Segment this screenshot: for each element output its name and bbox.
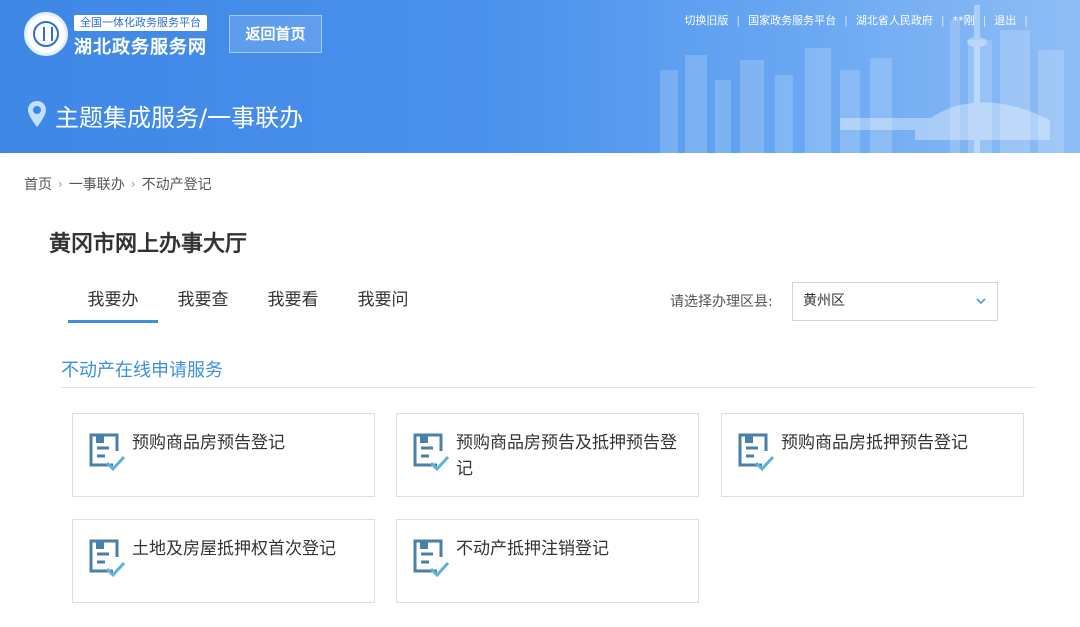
service-card[interactable]: 预购商品房预告登记 xyxy=(72,413,375,497)
top-links: 切换旧版 | 国家政务服务平台 | 湖北省人民政府 | **刚 | 退出 | xyxy=(676,12,1028,28)
service-card-label: 不动产抵押注销登记 xyxy=(456,539,609,559)
chevron-down-icon xyxy=(976,298,986,305)
province-gov-link[interactable]: 湖北省人民政府 xyxy=(848,12,941,28)
form-check-icon xyxy=(89,539,126,578)
tab-ask[interactable]: 我要问 xyxy=(338,283,428,323)
breadcrumb: 首页 › 一事联办 › 不动产登记 xyxy=(24,174,212,194)
site-name[interactable]: 湖北政务服务网 xyxy=(74,33,207,59)
service-card-label: 土地及房屋抵押权首次登记 xyxy=(132,539,336,559)
section-title: 不动产在线申请服务 xyxy=(61,360,223,381)
user-name-link[interactable]: **刚 xyxy=(945,12,983,28)
switch-old-version-link[interactable]: 切换旧版 xyxy=(676,12,736,28)
service-card[interactable]: 不动产抵押注销登记 xyxy=(396,519,699,603)
tab-apply[interactable]: 我要办 xyxy=(68,283,158,323)
tab-view[interactable]: 我要看 xyxy=(248,283,338,323)
page-title: 主题集成服务/一事联办 xyxy=(55,104,304,132)
chevron-right-icon: › xyxy=(58,177,63,191)
site-header: 全国一体化政务服务平台 湖北政务服务网 返回首页 切换旧版 | 国家政务服务平台… xyxy=(0,0,1080,153)
section-divider xyxy=(61,387,1036,388)
service-card[interactable]: 预购商品房抵押预告登记 xyxy=(721,413,1024,497)
hall-title: 黄冈市网上办事大厅 xyxy=(49,232,248,257)
national-platform-link[interactable]: 国家政务服务平台 xyxy=(740,12,844,28)
form-check-icon xyxy=(738,433,775,472)
location-pin-icon xyxy=(28,101,46,127)
service-card-label: 预购商品房预告及抵押预告登记 xyxy=(456,433,677,479)
divider: | xyxy=(736,13,741,27)
county-select[interactable]: 黄州区 xyxy=(792,282,998,321)
service-card-label: 预购商品房预告登记 xyxy=(132,433,285,453)
county-select-label: 请选择办理区县: xyxy=(670,294,773,310)
form-check-icon xyxy=(413,433,450,472)
service-card-label: 预购商品房抵押预告登记 xyxy=(781,433,968,453)
divider: | xyxy=(982,13,987,27)
tab-bar: 我要办 我要查 我要看 我要问 xyxy=(68,283,428,323)
form-check-icon xyxy=(413,539,450,578)
breadcrumb-one-thing[interactable]: 一事联办 xyxy=(69,174,125,194)
platform-tag: 全国一体化政务服务平台 xyxy=(74,15,207,31)
service-card[interactable]: 预购商品房预告及抵押预告登记 xyxy=(396,413,699,497)
chevron-right-icon: › xyxy=(130,177,136,191)
form-check-icon xyxy=(89,433,126,472)
divider: | xyxy=(1024,13,1028,27)
breadcrumb-home[interactable]: 首页 xyxy=(24,174,52,194)
back-home-button[interactable]: 返回首页 xyxy=(229,15,322,53)
site-logo[interactable] xyxy=(24,12,68,56)
divider: | xyxy=(940,13,945,27)
county-selected-value: 黄州区 xyxy=(803,293,845,309)
divider: | xyxy=(844,13,848,27)
logout-link[interactable]: 退出 xyxy=(986,12,1024,28)
breadcrumb-current: 不动产登记 xyxy=(141,177,212,193)
tab-query[interactable]: 我要查 xyxy=(158,283,248,323)
service-card[interactable]: 土地及房屋抵押权首次登记 xyxy=(72,519,375,603)
